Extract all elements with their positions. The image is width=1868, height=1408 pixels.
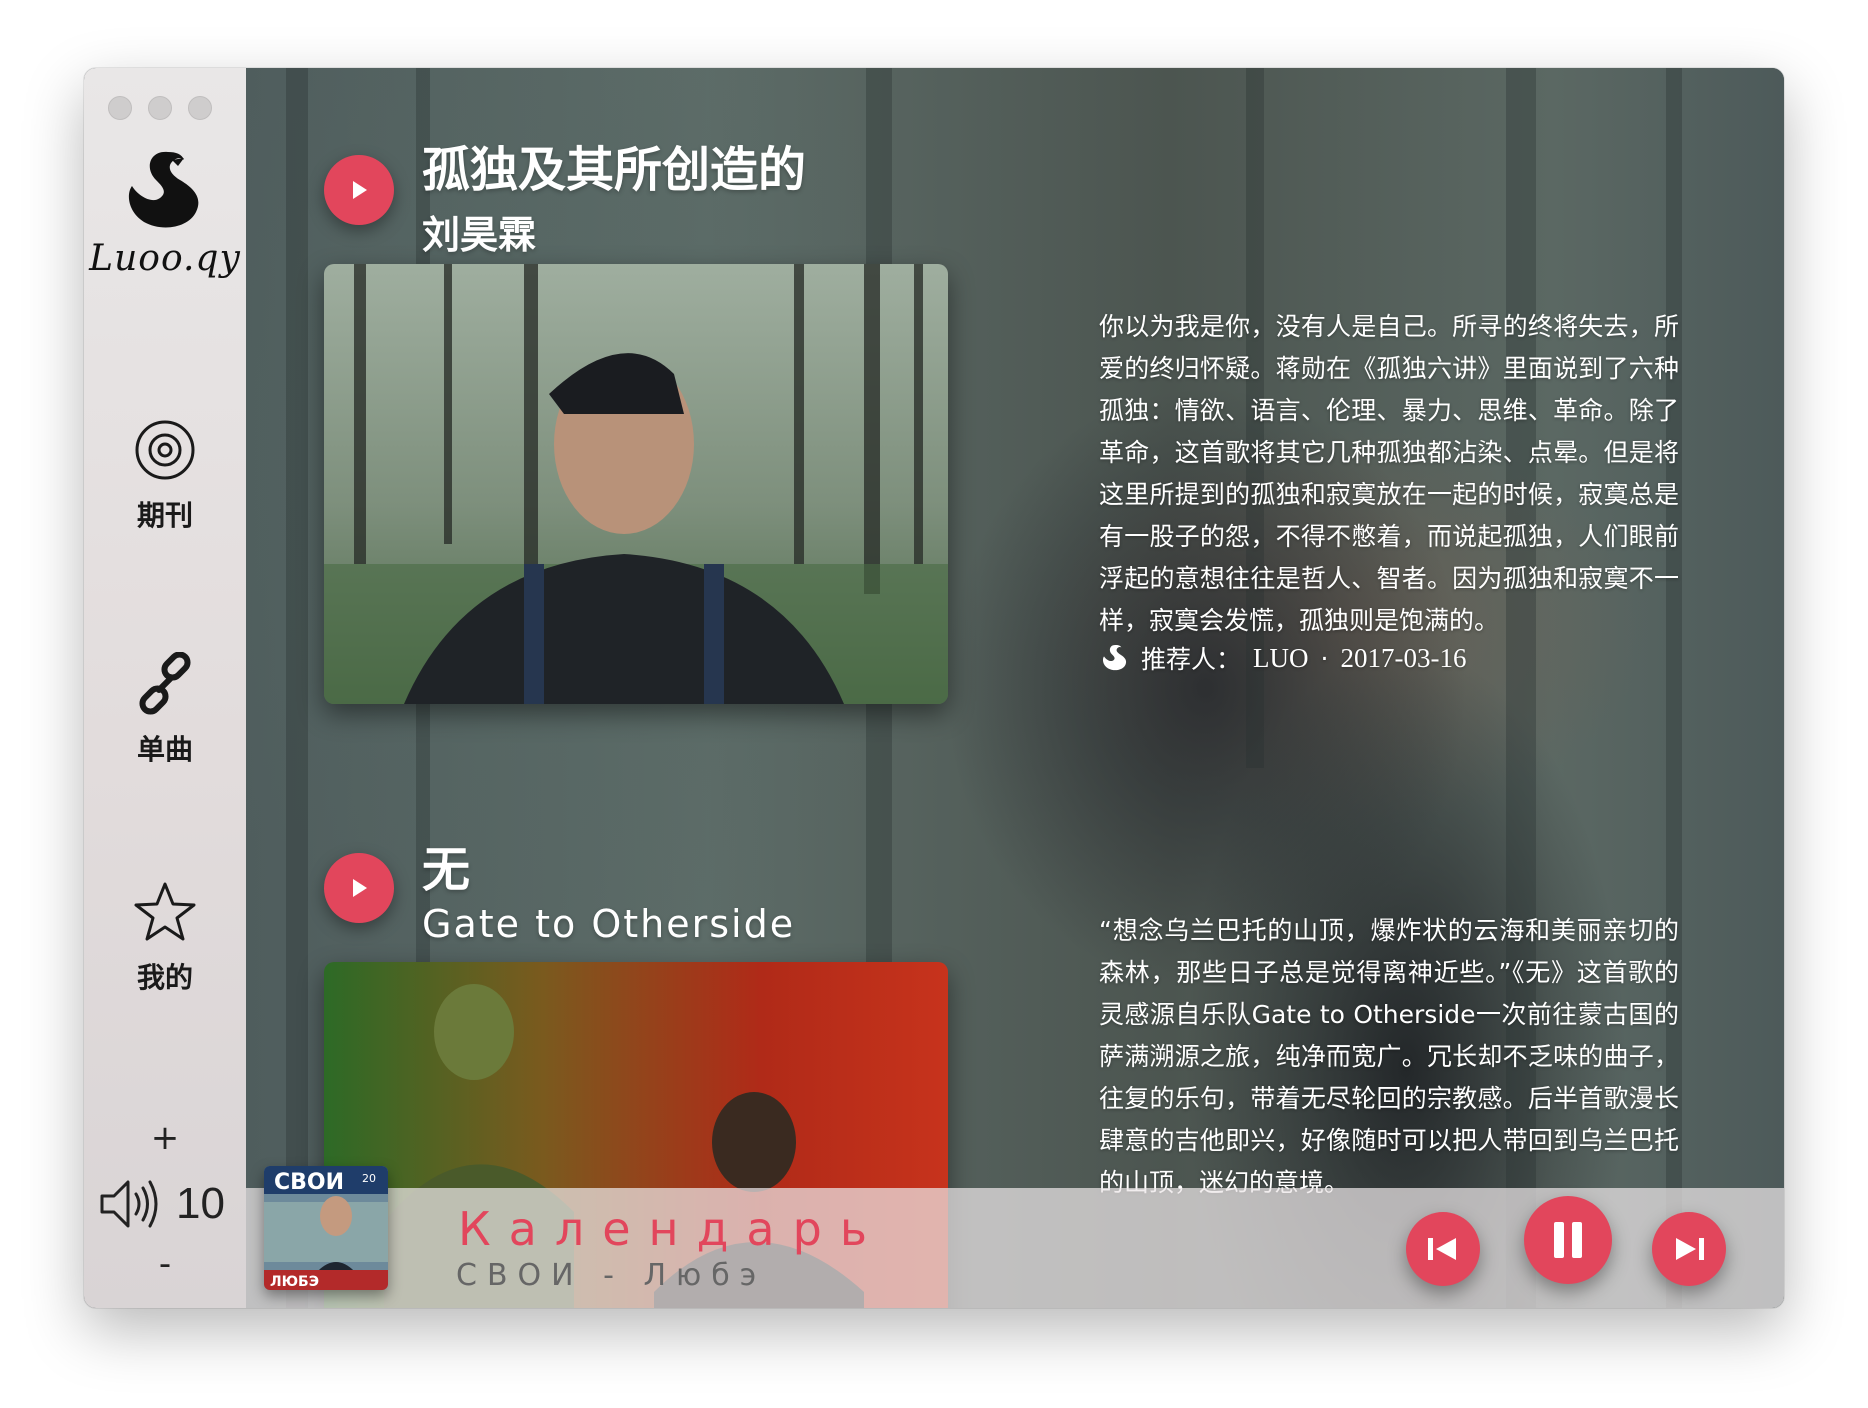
pause-icon — [1554, 1222, 1582, 1258]
sidebar-item-label: 单曲 — [136, 733, 193, 766]
album-cover-photo — [324, 264, 948, 704]
sidebar: Luoo.qy 期刊 单曲 我的 + 10 - — [84, 68, 246, 1308]
volume-value: 10 — [176, 1179, 225, 1228]
sidebar-item-mine[interactable]: 我的 — [84, 880, 246, 996]
cover-bottom-text: ЛЮБЭ — [270, 1274, 319, 1290]
play-song-button[interactable] — [324, 853, 394, 923]
link-icon — [139, 652, 191, 715]
star-icon — [134, 882, 196, 941]
cover-badge-text: 20 — [362, 1172, 376, 1185]
sidebar-item-label: 期刊 — [136, 499, 193, 532]
main-content[interactable]: 孤独及其所创造的 刘昊霖 你以为我是你，没有人是自己。所寻的终将失去，所爱的终归… — [246, 68, 1784, 1308]
song-artist: Gate to Otherside — [422, 902, 796, 946]
song-artist: 刘昊霖 — [422, 213, 537, 257]
now-playing-artist: СВОИ - Любэ — [456, 1258, 767, 1293]
sidebar-item-label: 我的 — [136, 961, 193, 994]
recommend-label: 推荐人： — [1141, 645, 1242, 674]
cover-title-text: СВОИ — [274, 1170, 344, 1195]
song-description: “想念乌兰巴托的山顶，爆炸状的云海和美丽亲切的森林，那些日子总是觉得离神近些。”… — [1099, 916, 1679, 1197]
next-track-button[interactable] — [1652, 1212, 1726, 1286]
now-playing-cover-image: СВОИ 20 ЛЮБЭ — [264, 1166, 388, 1290]
volume-up-button[interactable]: + — [84, 1118, 246, 1158]
previous-icon — [1428, 1238, 1456, 1260]
song-description: 你以为我是你，没有人是自己。所寻的终将失去，所爱的终归怀疑。蒋勋在《孤独六讲》里… — [1099, 312, 1679, 635]
speaker-icon[interactable] — [98, 1176, 162, 1232]
sidebar-item-singles[interactable]: 单曲 — [84, 652, 246, 768]
sidebar-item-periodicals[interactable]: 期刊 — [84, 418, 246, 534]
app-logo-text: Luoo.qy — [89, 238, 241, 279]
play-song-button[interactable] — [324, 155, 394, 225]
song-title: 孤独及其所创造的 — [422, 142, 807, 198]
recommender-name: LUO — [1253, 642, 1309, 673]
recommend-date: 2017-03-16 — [1340, 642, 1467, 673]
window-controls — [108, 96, 212, 120]
player-bar: СВОИ 20 ЛЮБЭ Календарь СВОИ - Любэ — [246, 1166, 1784, 1308]
recommender-line: 推荐人： LUO · 2017-03-16 — [1099, 640, 1466, 676]
now-playing-cover[interactable]: СВОИ 20 ЛЮБЭ — [264, 1166, 388, 1290]
swan-logo-icon — [128, 151, 199, 228]
song-cover-image[interactable] — [324, 264, 948, 704]
separator-dot: · — [1320, 643, 1329, 673]
song-title: 无 — [422, 842, 471, 898]
next-icon — [1676, 1238, 1704, 1260]
volume-control: 10 — [98, 1176, 225, 1232]
maximize-window-button[interactable] — [188, 96, 212, 120]
vinyl-icon — [135, 420, 195, 480]
previous-track-button[interactable] — [1406, 1212, 1480, 1286]
app-window: Luoo.qy 期刊 单曲 我的 + 10 - 孤独及其所创造的 刘昊霖 你以为… — [84, 68, 1784, 1308]
volume-down-button[interactable]: - — [84, 1244, 246, 1284]
minimize-window-button[interactable] — [148, 96, 172, 120]
close-window-button[interactable] — [108, 96, 132, 120]
pause-button[interactable] — [1524, 1196, 1612, 1284]
swan-icon — [1102, 644, 1127, 671]
play-icon — [353, 879, 367, 897]
play-icon — [353, 181, 367, 199]
now-playing-title: Календарь — [458, 1202, 885, 1256]
